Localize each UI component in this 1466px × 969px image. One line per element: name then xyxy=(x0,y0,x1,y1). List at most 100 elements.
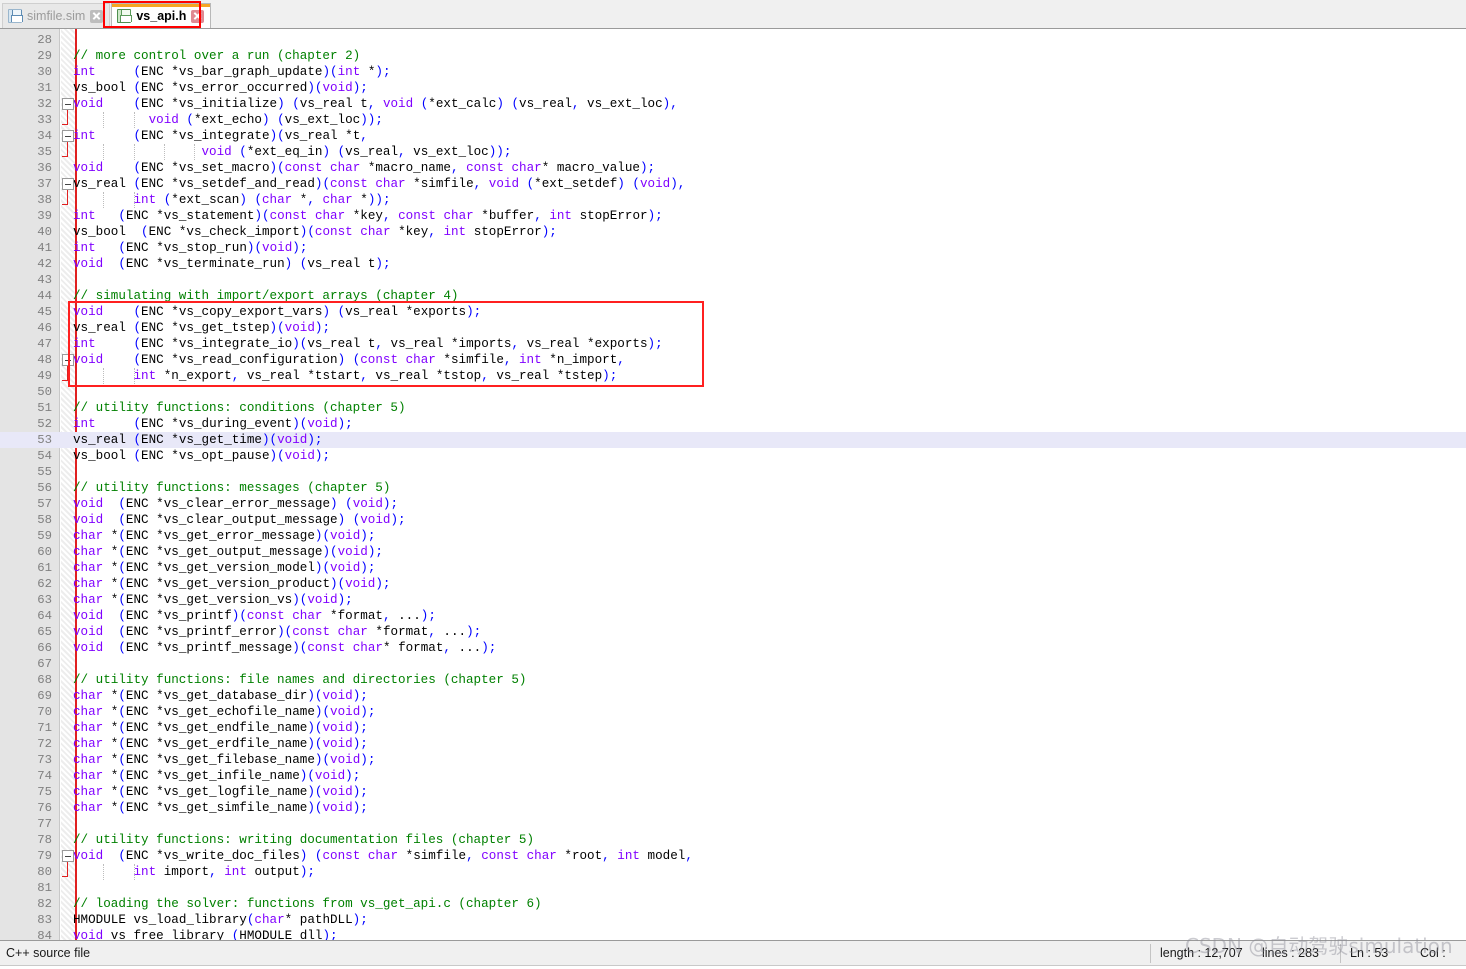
code-line[interactable]: 32 void (ENC *vs_initialize) (vs_real t, … xyxy=(0,96,1466,112)
code-line[interactable]: 78 // utility functions: writing document… xyxy=(0,832,1466,848)
line-text: char *(ENC *vs_get_simfile_name)(void); xyxy=(73,801,368,815)
col-label: Col : xyxy=(1420,946,1446,960)
close-icon[interactable] xyxy=(90,9,104,23)
tab-vs-api-h[interactable]: vs_api.h xyxy=(111,3,212,28)
code-line[interactable]: 35 void (*ext_eq_in) (vs_real, vs_ext_lo… xyxy=(0,144,1466,160)
code-line[interactable]: 81 xyxy=(0,880,1466,896)
fold-end-tick xyxy=(62,156,68,157)
code-line[interactable]: 39 int (ENC *vs_statement)(const char *ke… xyxy=(0,208,1466,224)
code-line[interactable]: 53 vs_real (ENC *vs_get_time)(void); xyxy=(0,432,1466,448)
ln-label: Ln : 53 xyxy=(1350,946,1389,960)
code-line[interactable]: 67 xyxy=(0,656,1466,672)
code-line[interactable]: 38 int (*ext_scan) (char *, char *)); xyxy=(0,192,1466,208)
code-line[interactable]: 77 xyxy=(0,816,1466,832)
code-line[interactable]: 57 void (ENC *vs_clear_error_message) (vo… xyxy=(0,496,1466,512)
code-line[interactable]: 36 void (ENC *vs_set_macro)(const char *m… xyxy=(0,160,1466,176)
code-line[interactable]: 34 int (ENC *vs_integrate)(vs_real *t, xyxy=(0,128,1466,144)
code-line[interactable]: 70 char *(ENC *vs_get_echofile_name)(void… xyxy=(0,704,1466,720)
code-line[interactable]: 71 char *(ENC *vs_get_endfile_name)(void)… xyxy=(0,720,1466,736)
code-line[interactable]: 79 void (ENC *vs_write_doc_files) (const … xyxy=(0,848,1466,864)
code-line[interactable]: 84 void vs_free_library (HMODULE dll); xyxy=(0,928,1466,940)
line-text: void (ENC *vs_clear_output_message) (voi… xyxy=(73,513,406,527)
code-line[interactable]: 75 char *(ENC *vs_get_logfile_name)(void)… xyxy=(0,784,1466,800)
line-text: int import, int output); xyxy=(133,865,315,879)
code-line[interactable]: 55 xyxy=(0,464,1466,480)
fold-connector xyxy=(67,110,68,124)
code-line[interactable]: 74 char *(ENC *vs_get_infile_name)(void); xyxy=(0,768,1466,784)
code-line[interactable]: 64 void (ENC *vs_printf)(const char *form… xyxy=(0,608,1466,624)
code-line[interactable]: 28 xyxy=(0,32,1466,48)
close-icon[interactable] xyxy=(191,9,205,23)
line-text: // loading the solver: functions from vs… xyxy=(73,897,542,911)
code-line[interactable]: 68 // utility functions: file names and d… xyxy=(0,672,1466,688)
tab-label: vs_api.h xyxy=(136,9,187,23)
line-text: void (ENC *vs_printf_message)(const char… xyxy=(73,641,497,655)
code-line[interactable]: 82 // loading the solver: functions from … xyxy=(0,896,1466,912)
code-line[interactable]: 50 xyxy=(0,384,1466,400)
line-number: 42 xyxy=(37,257,52,271)
code-line[interactable]: 40 vs_bool (ENC *vs_check_import)(const c… xyxy=(0,224,1466,240)
code-line[interactable]: 66 void (ENC *vs_printf_message)(const ch… xyxy=(0,640,1466,656)
fold-collapse-icon[interactable] xyxy=(62,98,74,110)
code-line[interactable]: 52 int (ENC *vs_during_event)(void); xyxy=(0,416,1466,432)
line-number: 30 xyxy=(37,65,52,79)
code-line[interactable]: 56 // utility functions: messages (chapte… xyxy=(0,480,1466,496)
code-line[interactable]: 29 // more control over a run (chapter 2) xyxy=(0,48,1466,64)
code-line[interactable]: 45 void (ENC *vs_copy_export_vars) (vs_re… xyxy=(0,304,1466,320)
line-number: 38 xyxy=(37,193,52,207)
code-line[interactable]: 43 xyxy=(0,272,1466,288)
code-editor[interactable]: 28 29 // more control over a run (chapter … xyxy=(0,29,1466,940)
line-number: 73 xyxy=(37,753,52,767)
code-line[interactable]: 60 char *(ENC *vs_get_output_message)(voi… xyxy=(0,544,1466,560)
line-number: 63 xyxy=(37,593,52,607)
line-text: void (*ext_eq_in) (vs_real, vs_ext_loc))… xyxy=(201,145,512,159)
line-text: vs_real (ENC *vs_get_time)(void); xyxy=(73,433,323,447)
code-line[interactable]: 61 char *(ENC *vs_get_version_model)(void… xyxy=(0,560,1466,576)
line-text: // utility functions: conditions (chapte… xyxy=(73,401,406,415)
line-text: void vs_free_library (HMODULE dll); xyxy=(73,929,338,940)
line-number: 74 xyxy=(37,769,52,783)
line-number: 71 xyxy=(37,721,52,735)
code-line[interactable]: 47 int (ENC *vs_integrate_io)(vs_real t, … xyxy=(0,336,1466,352)
code-line[interactable]: 73 char *(ENC *vs_get_filebase_name)(void… xyxy=(0,752,1466,768)
line-number: 70 xyxy=(37,705,52,719)
code-line[interactable]: 62 char *(ENC *vs_get_version_product)(vo… xyxy=(0,576,1466,592)
code-line[interactable]: 49 int *n_export, vs_real *tstart, vs_re… xyxy=(0,368,1466,384)
code-line[interactable]: 65 void (ENC *vs_printf_error)(const char… xyxy=(0,624,1466,640)
code-line[interactable]: 58 void (ENC *vs_clear_output_message) (v… xyxy=(0,512,1466,528)
fold-collapse-icon[interactable] xyxy=(62,354,74,366)
code-line[interactable]: 51 // utility functions: conditions (chap… xyxy=(0,400,1466,416)
code-line[interactable]: 83 HMODULE vs_load_library(char* pathDLL)… xyxy=(0,912,1466,928)
tab-simfile-sim[interactable]: simfile.sim xyxy=(2,3,111,28)
fold-collapse-icon[interactable] xyxy=(62,178,74,190)
code-line[interactable]: 41 int (ENC *vs_stop_run)(void); xyxy=(0,240,1466,256)
code-line[interactable]: 37 vs_real (ENC *vs_setdef_and_read)(cons… xyxy=(0,176,1466,192)
code-line[interactable]: 31 vs_bool (ENC *vs_error_occurred)(void)… xyxy=(0,80,1466,96)
code-line[interactable]: 33 void (*ext_echo) (vs_ext_loc)); xyxy=(0,112,1466,128)
code-line[interactable]: 69 char *(ENC *vs_get_database_dir)(void)… xyxy=(0,688,1466,704)
fold-collapse-icon[interactable] xyxy=(62,130,74,142)
line-text: vs_bool (ENC *vs_opt_pause)(void); xyxy=(73,449,331,463)
code-line[interactable]: 44 // simulating with import/export array… xyxy=(0,288,1466,304)
line-text: void (ENC *vs_clear_error_message) (void… xyxy=(73,497,399,511)
indent-guide xyxy=(133,192,135,208)
line-number: 59 xyxy=(37,529,52,543)
line-number: 37 xyxy=(37,177,52,191)
code-line[interactable]: 80 int import, int output); xyxy=(0,864,1466,880)
code-line[interactable]: 76 char *(ENC *vs_get_simfile_name)(void)… xyxy=(0,800,1466,816)
line-number: 56 xyxy=(37,481,52,495)
code-line[interactable]: 42 void (ENC *vs_terminate_run) (vs_real … xyxy=(0,256,1466,272)
code-line[interactable]: 54 vs_bool (ENC *vs_opt_pause)(void); xyxy=(0,448,1466,464)
code-line[interactable]: 59 char *(ENC *vs_get_error_message)(void… xyxy=(0,528,1466,544)
indent-guide xyxy=(133,144,135,160)
code-line[interactable]: 48 void (ENC *vs_read_configuration) (con… xyxy=(0,352,1466,368)
code-line[interactable]: 63 char *(ENC *vs_get_version_vs)(void); xyxy=(0,592,1466,608)
code-line[interactable]: 72 char *(ENC *vs_get_erdfile_name)(void)… xyxy=(0,736,1466,752)
indent-guide xyxy=(103,368,105,384)
fold-collapse-icon[interactable] xyxy=(62,850,74,862)
code-line[interactable]: 46 vs_real (ENC *vs_get_tstep)(void); xyxy=(0,320,1466,336)
code-line[interactable]: 30 int (ENC *vs_bar_graph_update)(int *); xyxy=(0,64,1466,80)
line-text: int (ENC *vs_stop_run)(void); xyxy=(73,241,308,255)
line-number: 60 xyxy=(37,545,52,559)
line-number: 79 xyxy=(37,849,52,863)
